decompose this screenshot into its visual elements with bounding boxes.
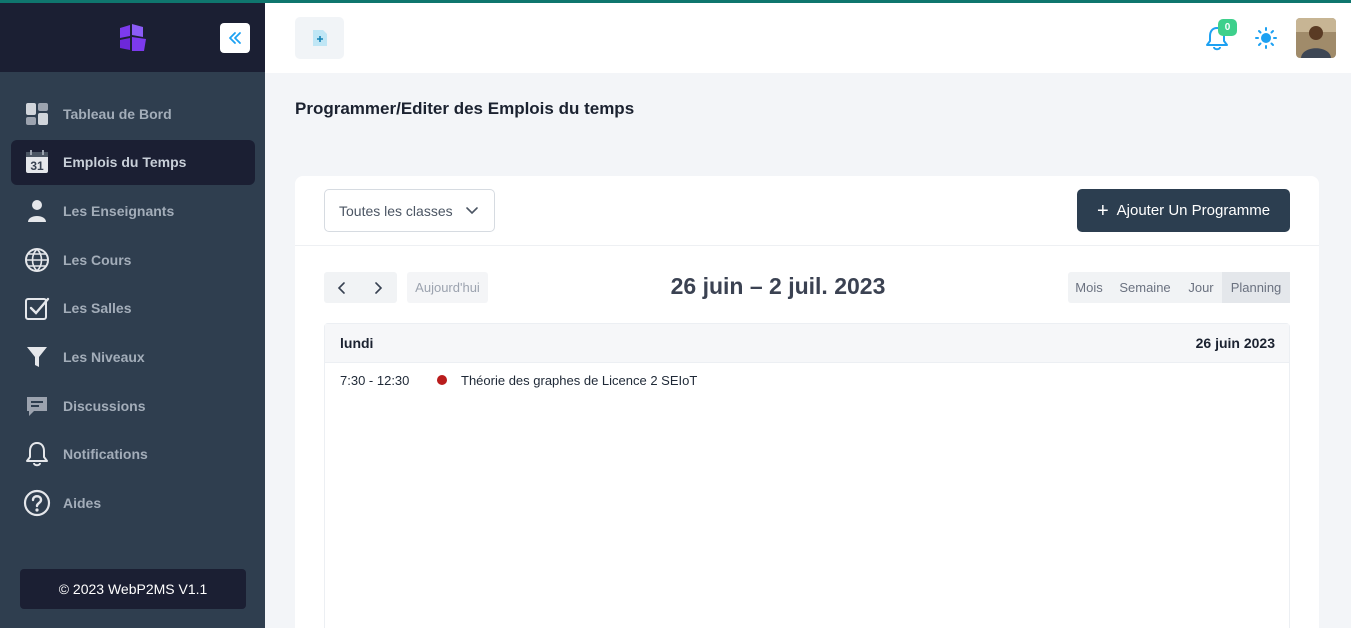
- sidebar-item-label: Les Enseignants: [63, 202, 175, 219]
- notification-count-badge: 0: [1218, 19, 1237, 36]
- add-program-label: Ajouter Un Programme: [1116, 202, 1271, 219]
- card-divider: [295, 245, 1319, 246]
- class-filter-select[interactable]: Toutes les classes: [324, 189, 495, 232]
- dashboard-icon: [23, 100, 51, 128]
- event-color-dot: [437, 375, 447, 385]
- sidebar-item-les-cours[interactable]: Les Cours: [11, 237, 255, 282]
- sidebar-header: [0, 0, 265, 72]
- planning-event[interactable]: 7:30 - 12:30 Théorie des graphes de Lice…: [325, 363, 1289, 397]
- event-time: 7:30 - 12:30: [340, 372, 410, 388]
- previous-week-button[interactable]: [324, 272, 360, 303]
- sidebar-item-label: Les Salles: [63, 300, 132, 317]
- double-chevron-left-icon: [229, 32, 241, 44]
- plus-icon: +: [1096, 199, 1109, 222]
- planning-day-header: lundi 26 juin 2023: [325, 324, 1289, 363]
- sidebar-item-label: Discussions: [63, 397, 146, 414]
- globe-icon: [23, 246, 51, 274]
- calendar-icon: 31: [23, 148, 51, 176]
- calendar-nav-group: [324, 272, 397, 303]
- sidebar-item-label: Notifications: [63, 446, 148, 463]
- help-icon: [23, 489, 51, 517]
- app-logo: [120, 24, 146, 51]
- class-filter-value: Toutes les classes: [339, 202, 453, 219]
- planning-list: lundi 26 juin 2023 7:30 - 12:30 Théorie …: [324, 323, 1290, 628]
- calendar-range-title: 26 juin – 2 juil. 2023: [670, 273, 886, 299]
- today-button[interactable]: Aujourd'hui: [407, 272, 488, 303]
- topbar: 0: [265, 3, 1351, 73]
- day-name: lundi: [340, 335, 374, 351]
- sidebar-item-label: Tableau de Bord: [63, 105, 172, 122]
- view-day-button[interactable]: Jour: [1180, 272, 1222, 303]
- sidebar: Tableau de Bord 31 Emplois du Temps Les …: [0, 0, 265, 628]
- sidebar-item-emplois-du-temps[interactable]: 31 Emplois du Temps: [11, 139, 255, 185]
- day-date: 26 juin 2023: [1195, 335, 1275, 351]
- chevron-left-icon: [337, 281, 345, 294]
- chevron-right-icon: [375, 281, 383, 294]
- bell-icon: [23, 440, 51, 468]
- sidebar-item-notifications[interactable]: Notifications: [11, 432, 255, 477]
- sidebar-item-les-niveaux[interactable]: Les Niveaux: [11, 334, 255, 379]
- schedule-card: Toutes les classes + Ajouter Un Programm…: [295, 176, 1319, 628]
- chat-icon: [23, 392, 51, 420]
- sidebar-item-label: Les Cours: [63, 251, 132, 268]
- sidebar-item-tableau-de-bord[interactable]: Tableau de Bord: [11, 91, 255, 136]
- theme-toggle-sun-icon[interactable]: [1255, 27, 1277, 49]
- event-title: Théorie des graphes de Licence 2 SEIoT: [461, 372, 698, 388]
- sidebar-nav: Tableau de Bord 31 Emplois du Temps Les …: [11, 91, 255, 529]
- page-title: Programmer/Editer des Emplois du temps: [295, 99, 635, 118]
- view-planning-button[interactable]: Planning: [1222, 272, 1290, 303]
- version-footer: © 2023 WebP2MS V1.1: [20, 569, 246, 609]
- filter-icon: [23, 343, 51, 371]
- top-accent-line: [0, 0, 1351, 3]
- sidebar-item-discussions[interactable]: Discussions: [11, 383, 255, 428]
- sidebar-item-label: Aides: [63, 495, 102, 511]
- chevron-down-icon: [466, 207, 478, 215]
- calendar-view-switcher: Mois Semaine Jour Planning: [1068, 272, 1290, 303]
- sidebar-collapse-button[interactable]: [220, 23, 250, 53]
- sidebar-item-label: Les Niveaux: [63, 348, 145, 365]
- user-icon: [23, 197, 51, 225]
- user-avatar[interactable]: [1296, 18, 1336, 58]
- svg-text:31: 31: [30, 159, 44, 173]
- sidebar-item-aides[interactable]: Aides: [11, 481, 255, 526]
- new-document-button[interactable]: [295, 17, 344, 59]
- sidebar-item-les-enseignants[interactable]: Les Enseignants: [11, 188, 255, 233]
- view-month-button[interactable]: Mois: [1068, 272, 1110, 303]
- checkbox-icon: [23, 294, 51, 322]
- view-week-button[interactable]: Semaine: [1110, 272, 1180, 303]
- add-file-icon: [312, 30, 327, 46]
- sidebar-item-les-salles[interactable]: Les Salles: [11, 286, 255, 331]
- sidebar-item-label: Emplois du Temps: [63, 154, 187, 171]
- next-week-button[interactable]: [360, 272, 396, 303]
- add-program-button[interactable]: + Ajouter Un Programme: [1077, 189, 1290, 232]
